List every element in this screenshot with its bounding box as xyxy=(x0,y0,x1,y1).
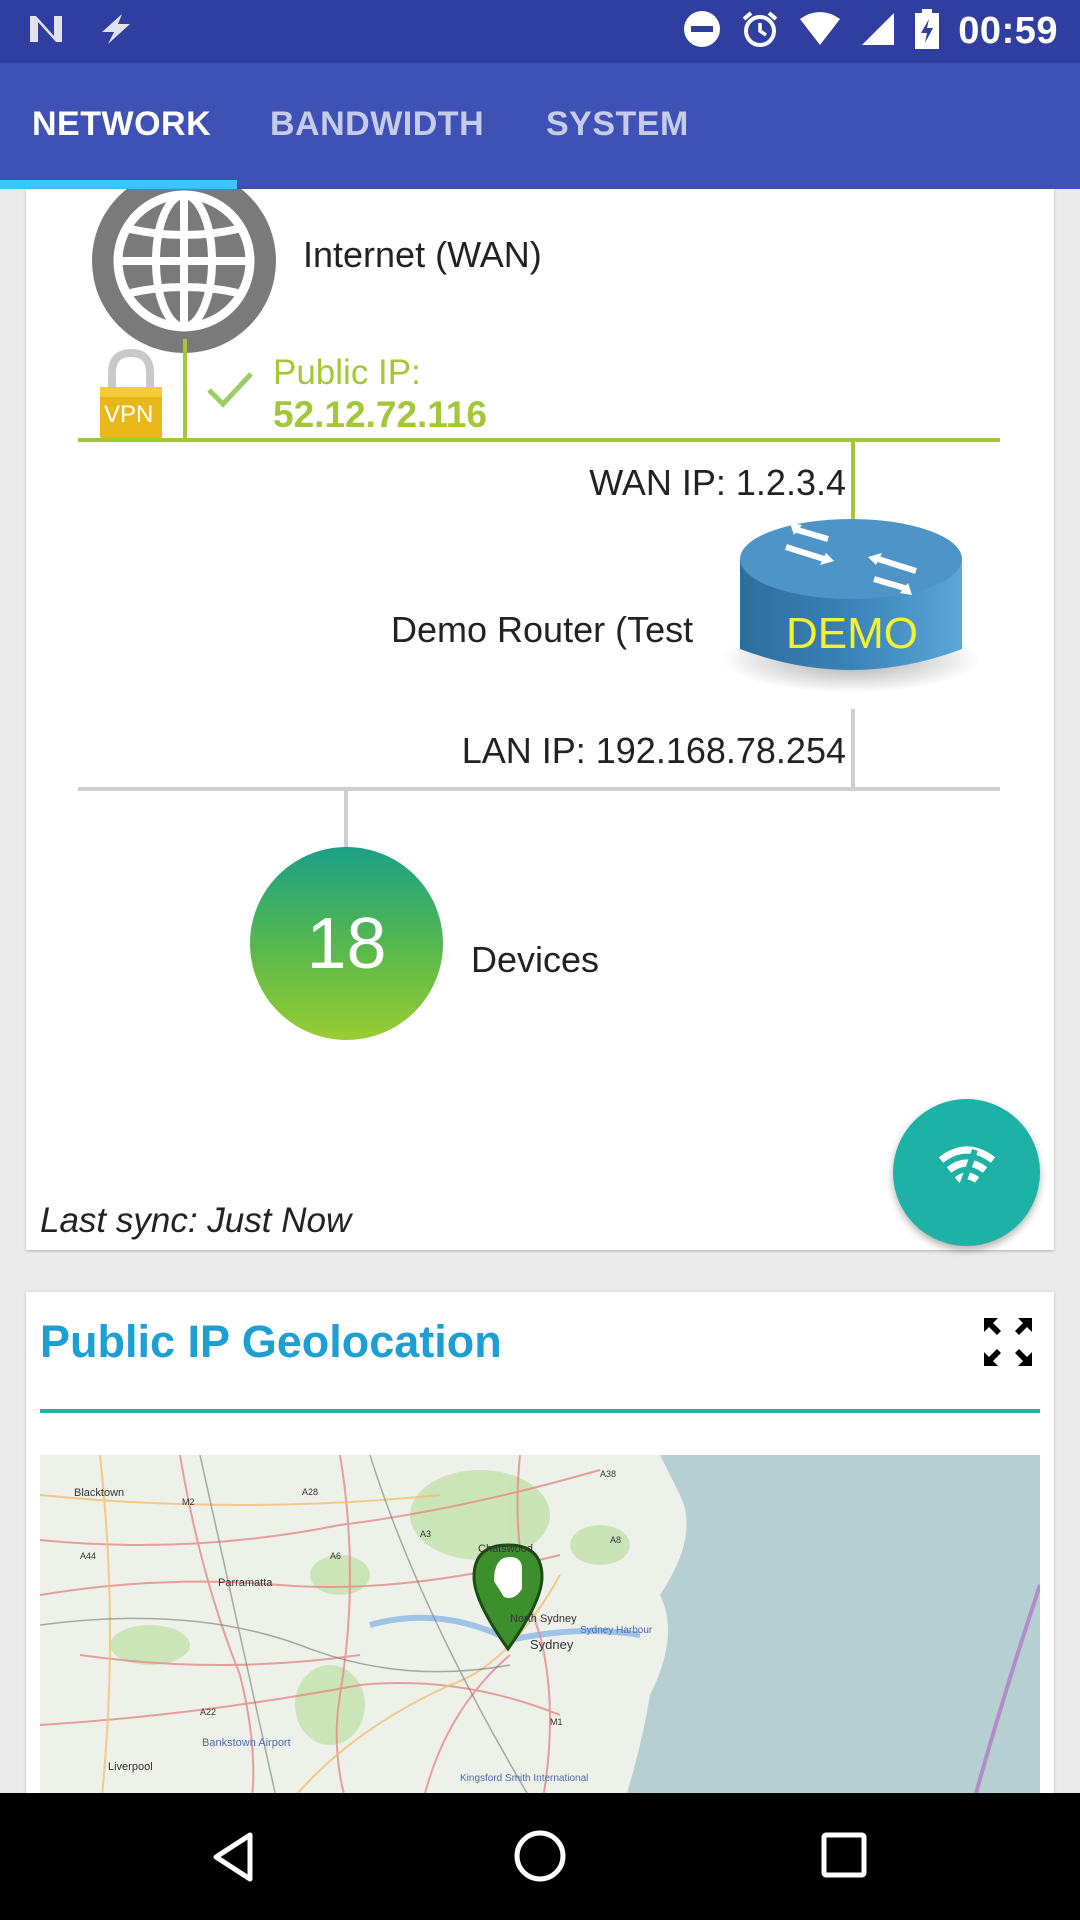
geolocation-map[interactable]: Blacktown Parramatta Chatswood North Syd… xyxy=(40,1455,1040,1815)
map-label-kingsford-smith: Kingsford Smith International xyxy=(460,1773,589,1784)
battery-charging-icon xyxy=(914,8,940,54)
clock-time: 00:59 xyxy=(958,9,1058,52)
map-label-bankstown-airport: Bankstown Airport xyxy=(202,1737,291,1749)
navigation-bar xyxy=(0,1793,1080,1920)
internet-globe-icon[interactable] xyxy=(92,189,276,353)
devices-label: Devices xyxy=(471,939,600,980)
router-name: Demo Router (Test xyxy=(391,609,694,650)
map-label-m1: M1 xyxy=(550,1717,563,1727)
map-label-blacktown: Blacktown xyxy=(74,1487,125,1499)
tab-network[interactable]: NETWORK xyxy=(32,105,211,144)
tab-indicator xyxy=(0,180,237,189)
map-label-north-sydney: North Sydney xyxy=(510,1613,577,1625)
tab-bandwidth[interactable]: BANDWIDTH xyxy=(270,105,484,144)
map-label-parramatta: Parramatta xyxy=(218,1577,273,1589)
network-topology-card: Internet (WAN) VPN Public IP: 52.12.72.1… xyxy=(26,189,1054,1250)
map-label-a44: A44 xyxy=(80,1551,97,1561)
router-lan-connector xyxy=(851,709,855,789)
check-icon xyxy=(206,367,254,422)
geolocation-divider xyxy=(40,1409,1040,1413)
lan-ip-text: LAN IP: 192.168.78.254 xyxy=(461,730,846,771)
map-label-a38: A38 xyxy=(600,1469,617,1479)
wan-ip-text: WAN IP: 1.2.3.4 xyxy=(589,462,846,503)
map-label-sydney: Sydney xyxy=(530,1637,574,1652)
devices-count-badge[interactable]: 18 xyxy=(250,847,443,1040)
devices-connector xyxy=(344,787,348,849)
n-notification-icon xyxy=(26,12,66,51)
last-sync-text: Last sync: Just Now xyxy=(40,1201,352,1240)
wifi-scan-button[interactable] xyxy=(893,1099,1040,1246)
flash-icon xyxy=(96,12,136,51)
fullscreen-expand-icon[interactable] xyxy=(982,1316,1034,1368)
wifi-signal-icon xyxy=(937,1142,997,1203)
router-demo-badge: DEMO xyxy=(786,609,918,658)
vpn-badge-text: VPN xyxy=(104,401,154,428)
wifi-icon xyxy=(798,11,842,52)
internet-label: Internet (WAN) xyxy=(303,234,542,275)
router-wan-connector xyxy=(851,438,855,520)
geolocation-title: Public IP Geolocation xyxy=(40,1316,502,1367)
map-label-a22: A22 xyxy=(200,1707,217,1717)
cell-signal-icon xyxy=(860,11,896,52)
alarm-icon xyxy=(740,9,780,54)
map-label-a3: A3 xyxy=(420,1529,432,1539)
vpn-lock-icon: VPN xyxy=(98,348,164,446)
map-label-liverpool: Liverpool xyxy=(108,1761,153,1773)
back-icon[interactable] xyxy=(208,1831,260,1888)
home-icon[interactable] xyxy=(513,1829,567,1888)
dnd-icon xyxy=(682,9,722,54)
wan-line xyxy=(78,438,1000,442)
recents-icon[interactable] xyxy=(820,1831,868,1884)
public-ip-value: 52.12.72.116 xyxy=(273,394,487,435)
map-label-chatswood: Chatswood xyxy=(478,1543,534,1555)
map-label-sydney-harbour: Sydney Harbour xyxy=(580,1625,653,1636)
map-label-a28: A28 xyxy=(302,1487,319,1497)
devices-count: 18 xyxy=(306,903,387,984)
map-label-a8: A8 xyxy=(610,1535,622,1545)
lan-line xyxy=(78,787,1000,791)
status-bar: 00:59 xyxy=(0,0,1080,63)
public-ip-label: Public IP: xyxy=(273,353,421,392)
wan-connector-line xyxy=(183,339,187,440)
tab-bar: NETWORK BANDWIDTH SYSTEM xyxy=(0,63,1080,189)
map-label-a6: A6 xyxy=(330,1551,342,1561)
router-icon[interactable]: DEMO xyxy=(716,509,986,714)
tab-system[interactable]: SYSTEM xyxy=(546,105,689,144)
map-label-m2: M2 xyxy=(182,1497,195,1507)
